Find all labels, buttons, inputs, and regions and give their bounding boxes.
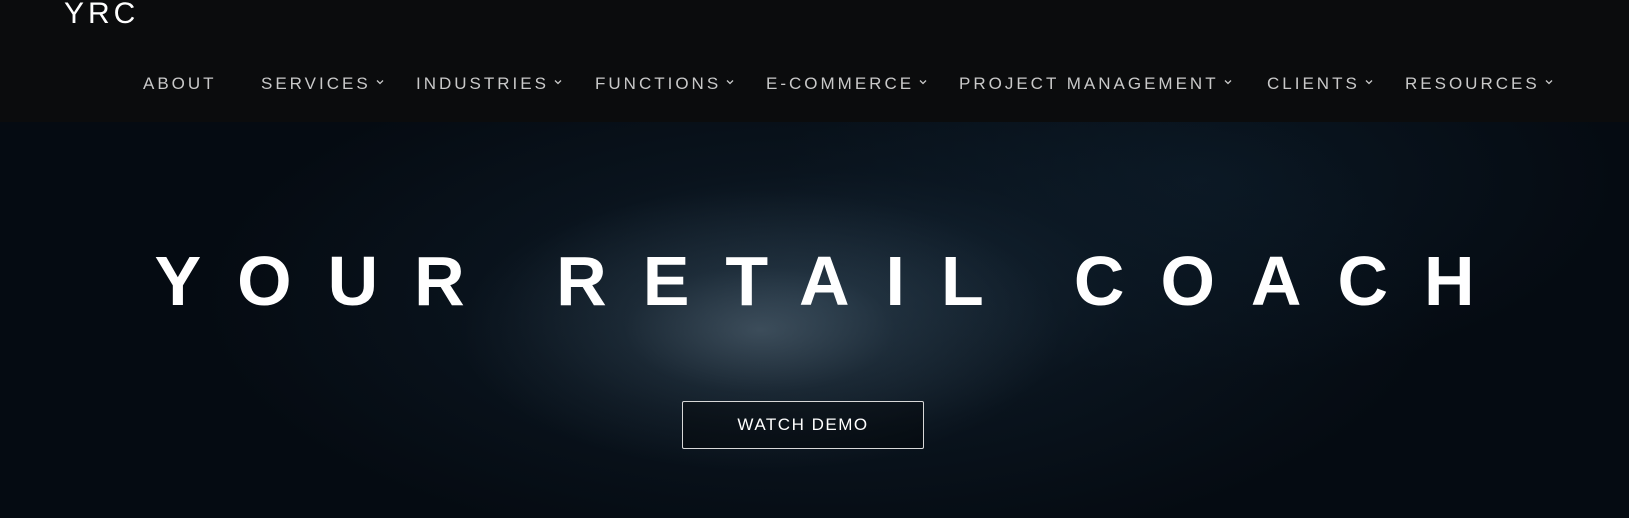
hero-title: YOUR RETAIL COACH	[154, 242, 1511, 320]
site-header: YRC ABOUT SERVICES INDUSTRIES FUNCTIONS	[0, 0, 1629, 122]
nav-item-label: SERVICES	[261, 74, 371, 93]
nav-item-label: CLIENTS	[1267, 74, 1360, 93]
page: YRC ABOUT SERVICES INDUSTRIES FUNCTIONS	[0, 0, 1629, 518]
nav-item-project-management[interactable]: PROJECT MANAGEMENT	[959, 72, 1233, 96]
nav-item-services[interactable]: SERVICES	[261, 72, 385, 96]
nav-item-label: INDUSTRIES	[416, 74, 549, 93]
nav-item-label: E-COMMERCE	[766, 74, 915, 93]
nav-item-label: PROJECT MANAGEMENT	[959, 74, 1219, 93]
nav-item-label: ABOUT	[143, 74, 217, 93]
chevron-down-icon	[375, 77, 385, 87]
site-logo[interactable]: YRC	[64, 0, 139, 32]
chevron-down-icon	[1364, 77, 1374, 87]
nav-item-about[interactable]: ABOUT	[143, 72, 217, 96]
nav-item-e-commerce[interactable]: E-COMMERCE	[766, 72, 928, 96]
chevron-down-icon	[1544, 77, 1554, 87]
watch-demo-button[interactable]: WATCH DEMO	[682, 401, 924, 449]
nav-item-clients[interactable]: CLIENTS	[1267, 72, 1374, 96]
chevron-down-icon	[553, 77, 563, 87]
chevron-down-icon	[725, 77, 735, 87]
main-nav: ABOUT SERVICES INDUSTRIES FUNCTIONS E-CO…	[0, 72, 1629, 96]
nav-item-label: FUNCTIONS	[595, 74, 722, 93]
nav-item-resources[interactable]: RESOURCES	[1405, 72, 1554, 96]
chevron-down-icon	[918, 77, 928, 87]
nav-item-functions[interactable]: FUNCTIONS	[595, 72, 735, 96]
nav-item-industries[interactable]: INDUSTRIES	[416, 72, 563, 96]
nav-item-label: RESOURCES	[1405, 74, 1540, 93]
chevron-down-icon	[1223, 77, 1233, 87]
